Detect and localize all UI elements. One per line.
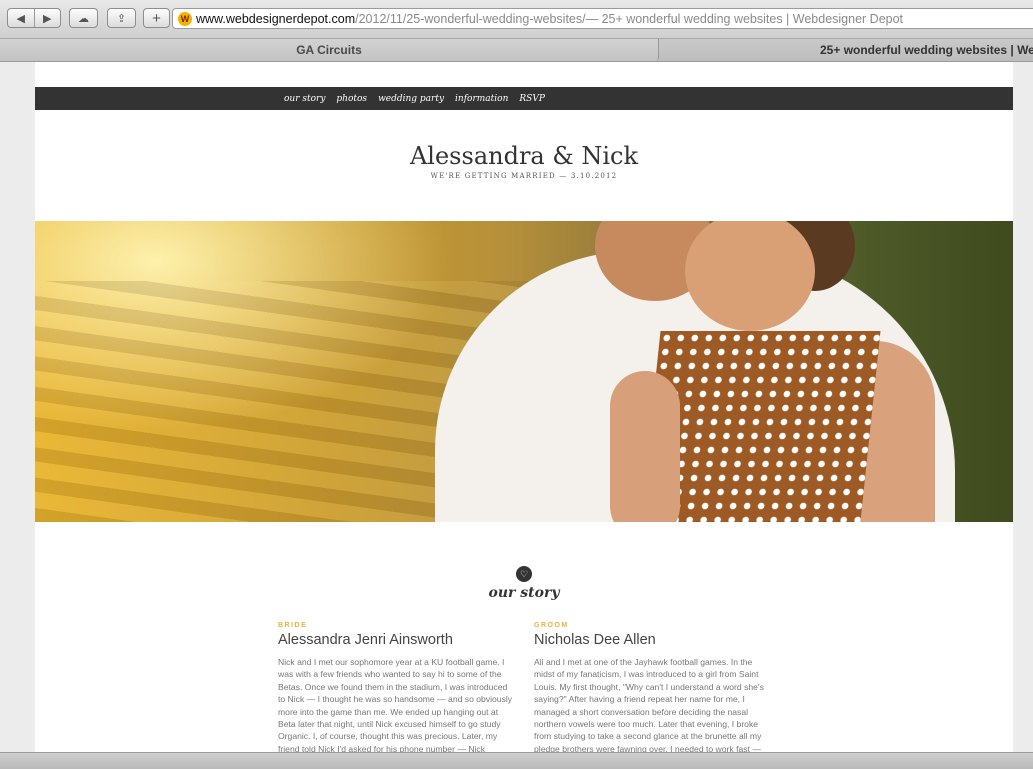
- new-tab-button[interactable]: +: [143, 8, 170, 28]
- forward-icon[interactable]: ▶: [35, 12, 61, 25]
- url-host: www.webdesignerdepot.com: [196, 11, 356, 26]
- nav-rsvp[interactable]: RSVP: [519, 94, 545, 104]
- url-page-title: — 25+ wonderful wedding websites | Webde…: [585, 11, 904, 26]
- tagline: WE'RE GETTING MARRIED — 3.10.2012: [430, 172, 618, 180]
- browser-toolbar: ◀ ▶ ☁ ⇪ + W www.webdesignerdepot.com /20…: [0, 0, 1033, 39]
- nav-photos[interactable]: photos: [336, 94, 367, 104]
- bride-column: BRIDE Alessandra Jenri Ainsworth Nick an…: [278, 622, 514, 752]
- couple-title: Alessandra & Nick: [409, 142, 639, 170]
- tab-ga-circuits[interactable]: GA Circuits: [0, 39, 659, 61]
- nav-our-story[interactable]: our story: [284, 94, 325, 104]
- groom-name: Nicholas Dee Allen: [534, 632, 656, 648]
- page-viewport: our story photos wedding party informati…: [0, 62, 1033, 752]
- wedding-site: our story photos wedding party informati…: [35, 62, 1013, 752]
- site-favicon-icon: W: [178, 11, 192, 26]
- tab-wedding-websites[interactable]: 25+ wonderful wedding websites | Webdesi…: [660, 39, 1033, 61]
- bride-arm: [610, 371, 680, 522]
- back-forward-buttons: ◀ ▶: [7, 8, 61, 28]
- share-icon[interactable]: ⇪: [107, 8, 136, 28]
- scrollbar[interactable]: [1022, 62, 1033, 752]
- bride-role: BRIDE: [278, 622, 308, 629]
- bride-name: Alessandra Jenri Ainsworth: [278, 632, 453, 648]
- back-icon[interactable]: ◀: [8, 12, 34, 25]
- site-nav: our story photos wedding party informati…: [35, 87, 1013, 110]
- section-title: our story: [488, 585, 560, 601]
- url-path: /2012/11/25-wonderful-wedding-websites/: [355, 11, 586, 26]
- status-bar: [0, 752, 1033, 769]
- heart-icon: ♡: [516, 566, 532, 582]
- hero-photo: [35, 221, 1013, 522]
- nav-wedding-party[interactable]: wedding party: [378, 94, 444, 104]
- groom-role: GROOM: [534, 622, 569, 629]
- groom-column: GROOM Nicholas Dee Allen Ali and I met a…: [534, 622, 770, 752]
- groom-bio: Ali and I met at one of the Jayhawk foot…: [534, 657, 764, 752]
- address-bar[interactable]: W www.webdesignerdepot.com /2012/11/25-w…: [172, 8, 1033, 29]
- cloud-icon[interactable]: ☁: [69, 8, 98, 28]
- bride-bio: Nick and I met our sophomore year at a K…: [278, 657, 513, 752]
- nav-information[interactable]: information: [455, 94, 508, 104]
- tab-bar: GA Circuits 25+ wonderful wedding websit…: [0, 39, 1033, 62]
